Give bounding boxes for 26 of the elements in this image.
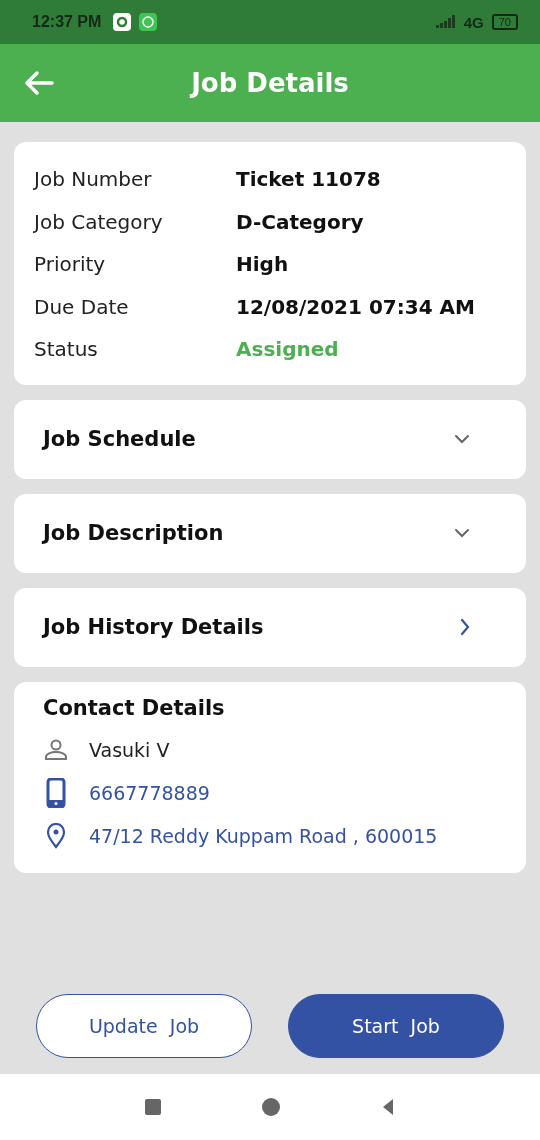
section-title: Job History Details [43, 615, 264, 639]
field-value: Assigned [236, 337, 339, 362]
phone-number[interactable]: 6667778889 [89, 782, 210, 804]
update-job-button[interactable]: Update Job [36, 994, 252, 1058]
start-job-button[interactable]: Start Job [288, 994, 504, 1058]
field-label: Priority [34, 252, 107, 277]
field-label: Job Number [34, 167, 153, 192]
field-value: 12/08/2021 07:34 AM [236, 294, 475, 319]
contact-title: Contact Details [43, 695, 226, 720]
field-label: Due Date [34, 294, 130, 319]
field-value: High [236, 252, 289, 277]
field-value: D-Category [236, 209, 364, 234]
contact-name: Vasuki V [89, 739, 170, 761]
field-label: Job Category [34, 209, 164, 234]
address[interactable]: 47/12 Reddy Kuppam Road , 600015 [89, 825, 438, 847]
section-title: Job Description [43, 521, 224, 545]
field-label: Status [34, 337, 99, 362]
section-header[interactable]: Job Schedule [14, 399, 526, 479]
screen-title: Job Details [191, 68, 349, 98]
status-time: 12:37 PM [32, 13, 102, 31]
field-value: Ticket 11078 [236, 167, 381, 192]
battery-icon: 70 [491, 14, 518, 30]
network-type: 4G [463, 13, 484, 31]
section-title: Job Schedule [43, 427, 196, 451]
section-header[interactable]: Job History Details [14, 587, 526, 667]
section-header[interactable]: Job Description [14, 493, 526, 573]
